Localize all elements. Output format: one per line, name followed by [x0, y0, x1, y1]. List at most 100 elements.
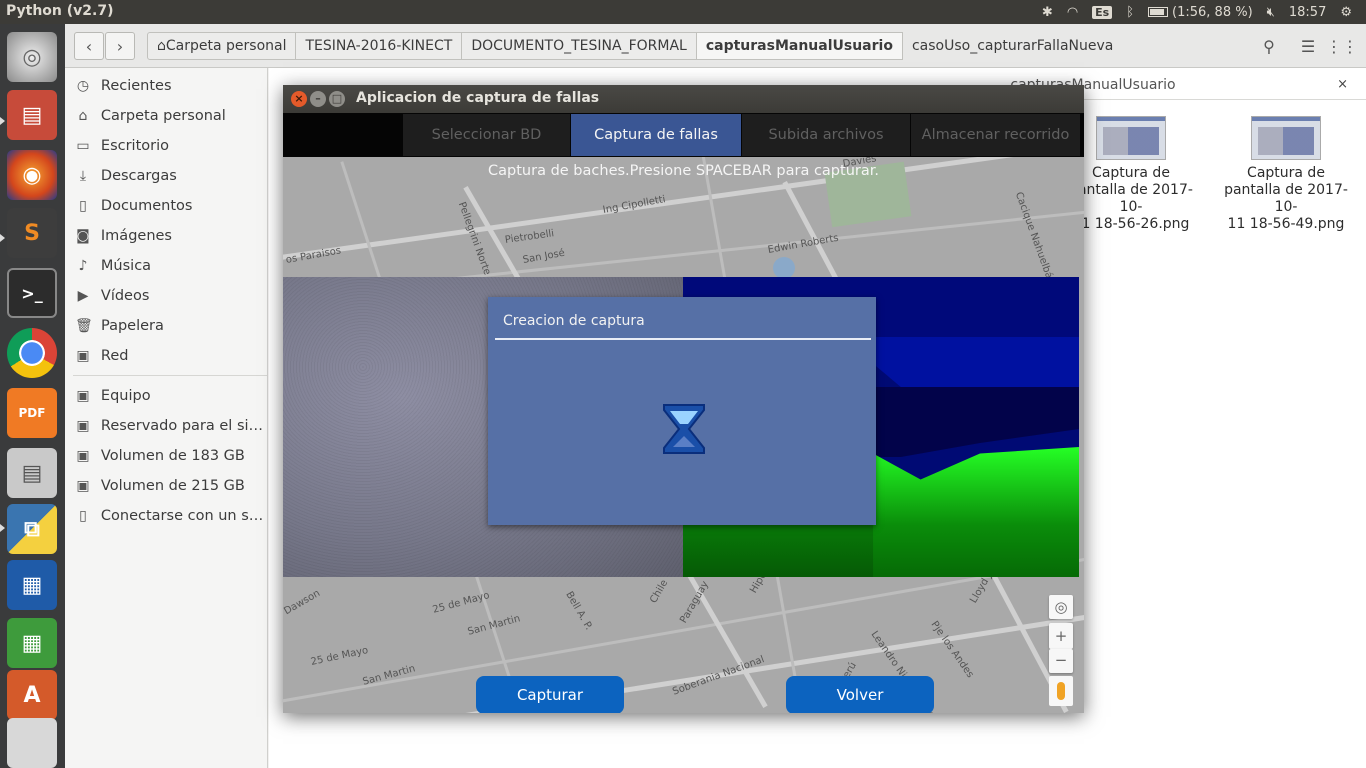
hourglass-icon	[663, 404, 705, 454]
sidebar-item-reservado[interactable]: ▣ Reservado para el sist…	[75, 415, 265, 437]
home-icon: ⌂	[157, 38, 166, 54]
tab-captura-de-fallas[interactable]: Captura de fallas	[571, 114, 741, 156]
map-label: Dawson	[283, 587, 323, 618]
sidebar-item-volumen-215[interactable]: ▣ Volumen de 215 GB	[75, 475, 265, 497]
close-icon[interactable]: ×	[1337, 70, 1348, 100]
file-item[interactable]: Captura de pantalla de 2017-10- 11 18-56…	[1216, 116, 1356, 233]
terminal-icon[interactable]: >_	[7, 268, 57, 318]
running-indicator	[0, 524, 5, 532]
bluetooth-status-icon[interactable]: ᛒ	[1126, 5, 1134, 20]
map-label: Soberania Nacional	[671, 654, 766, 698]
video-icon: ▶	[77, 288, 89, 304]
map-label: Pje los Andes	[928, 619, 976, 680]
forward-button[interactable]: ›	[105, 32, 135, 60]
volume-muted-icon[interactable]: 🔇︎	[1267, 5, 1275, 20]
sidebar-item-escritorio[interactable]: ▭ Escritorio	[75, 135, 265, 157]
street-view-pegman-icon[interactable]	[1049, 676, 1073, 706]
server-icon: ▯	[79, 508, 87, 524]
impress-icon[interactable]: A	[7, 670, 57, 720]
sidebar-item-red[interactable]: ▣ Red	[75, 345, 265, 367]
sidebar-label: Conectarse con un ser…	[100, 508, 265, 524]
running-indicator	[0, 117, 5, 125]
map-view[interactable]: os Paraisos Pietrobelli Pellegrini Norte…	[283, 157, 1084, 713]
folder-icon: ▭	[76, 138, 90, 154]
breadcrumb-home[interactable]: ⌂ Carpeta personal	[147, 32, 297, 60]
pdf-editor-icon[interactable]: PDF	[7, 388, 57, 438]
sidebar-item-papelera[interactable]: 🗑︎ Papelera	[75, 315, 265, 337]
places-sidebar: ◷ Recientes ⌂ Carpeta personal ▭ Escritorio…	[65, 68, 268, 768]
home-icon: ⌂	[78, 108, 88, 124]
download-icon: ⤓	[79, 168, 87, 184]
sidebar-item-conectarse[interactable]: ▯ Conectarse con un ser…	[75, 505, 265, 527]
breadcrumb-casouso[interactable]: casoUso_capturarFallaNueva	[903, 32, 1122, 60]
zoom-in-button[interactable]: +	[1049, 623, 1073, 649]
clock[interactable]: 18:57	[1289, 5, 1326, 20]
back-button[interactable]: ‹	[74, 32, 104, 60]
map-locate-icon[interactable]: ◎	[1049, 595, 1073, 619]
sidebar-item-documentos[interactable]: ▯ Documentos	[75, 195, 265, 217]
sidebar-item-recientes[interactable]: ◷ Recientes	[75, 75, 265, 97]
tab-almacenar-recorrido[interactable]: Almacenar recorrido	[911, 114, 1080, 156]
search-icon[interactable]: ⚲	[1254, 32, 1284, 60]
sidebar-label: Red	[100, 348, 129, 364]
file-name-line: Captura de	[1247, 165, 1325, 181]
capture-app-window: × – □ Aplicacion de captura de fallas Se…	[283, 85, 1084, 713]
file-thumbnail	[1096, 116, 1166, 160]
battery-text: (1:56, 88 %)	[1172, 4, 1253, 20]
grid-view-icon[interactable]: ⋮⋮	[1326, 32, 1358, 60]
map-label: Cacique Nahuelbán	[1012, 190, 1057, 286]
map-label: San Martin	[361, 663, 417, 688]
list-view-icon[interactable]: ☰	[1293, 32, 1323, 60]
sidebar-item-equipo[interactable]: ▣ Equipo	[75, 385, 265, 407]
archive-icon[interactable]: ▤	[7, 448, 57, 498]
firefox-icon[interactable]: ◉	[7, 150, 57, 200]
sidebar-item-descargas[interactable]: ⤓ Descargas	[75, 165, 265, 187]
maximize-window-icon[interactable]: □	[329, 91, 345, 107]
window-titlebar[interactable]: × – □ Aplicacion de captura de fallas	[283, 85, 1084, 113]
file-name-line: pantalla de 2017-10-	[1224, 182, 1348, 215]
capturar-button[interactable]: Capturar	[476, 676, 624, 713]
dialog-divider	[495, 338, 871, 340]
breadcrumb-tesina[interactable]: TESINA-2016-KINECT	[296, 32, 463, 60]
breadcrumb-documento[interactable]: DOCUMENTO_TESINA_FORMAL	[462, 32, 697, 60]
calc-icon[interactable]: ▦	[7, 618, 57, 668]
sidebar-item-videos[interactable]: ▶ Vídeos	[75, 285, 265, 307]
network-icon: ▣	[76, 348, 90, 364]
minimize-window-icon[interactable]: –	[310, 91, 326, 107]
tab-seleccionar-bd[interactable]: Seleccionar BD	[403, 114, 570, 156]
close-window-icon[interactable]: ×	[291, 91, 307, 107]
dash-home-icon[interactable]: ◎	[7, 32, 57, 82]
breadcrumb-capturas[interactable]: capturasManualUsuario	[696, 32, 903, 60]
sidebar-label: Vídeos	[100, 288, 150, 304]
map-label: os Paraisos	[285, 245, 342, 266]
docs-icon[interactable]	[7, 718, 57, 768]
map-lake	[773, 257, 795, 279]
system-gear-icon[interactable]: ⚙	[1340, 5, 1352, 20]
bluetooth-icon[interactable]: ✱	[1042, 5, 1053, 20]
dialog-title: Creacion de captura	[503, 313, 645, 329]
running-indicator	[0, 234, 5, 242]
python-icon[interactable]: ⧉	[7, 504, 57, 554]
keyboard-layout-badge[interactable]: Es	[1092, 5, 1113, 19]
map-label: 25 de Mayo	[309, 644, 370, 668]
chrome-icon[interactable]	[7, 328, 57, 378]
map-label: Pellegrini Norte	[455, 200, 493, 277]
file-name-line: 11 18-56-49.png	[1227, 216, 1345, 232]
sidebar-item-musica[interactable]: ♪ Música	[75, 255, 265, 277]
window-title: Aplicacion de captura de fallas	[356, 90, 600, 106]
chevron-left-icon: ‹	[85, 36, 93, 56]
battery-indicator[interactable]: (1:56, 88 %)	[1148, 5, 1253, 20]
sidebar-item-imagenes[interactable]: ◙ Imágenes	[75, 225, 265, 247]
files-launcher-icon[interactable]: ▤	[7, 90, 57, 140]
sidebar-separator	[73, 375, 267, 376]
map-label: 25 de Mayo	[431, 590, 491, 616]
sidebar-label: Volumen de 183 GB	[100, 448, 245, 464]
sidebar-item-volumen-183[interactable]: ▣ Volumen de 183 GB	[75, 445, 265, 467]
wifi-icon[interactable]: ◠	[1067, 5, 1078, 20]
sidebar-item-carpeta-personal[interactable]: ⌂ Carpeta personal	[75, 105, 265, 127]
writer-icon[interactable]: ▦	[7, 560, 57, 610]
volver-button[interactable]: Volver	[786, 676, 934, 713]
sublime-text-icon[interactable]: S	[7, 208, 57, 258]
zoom-out-button[interactable]: −	[1049, 649, 1073, 673]
tab-subida-archivos[interactable]: Subida archivos	[742, 114, 910, 156]
